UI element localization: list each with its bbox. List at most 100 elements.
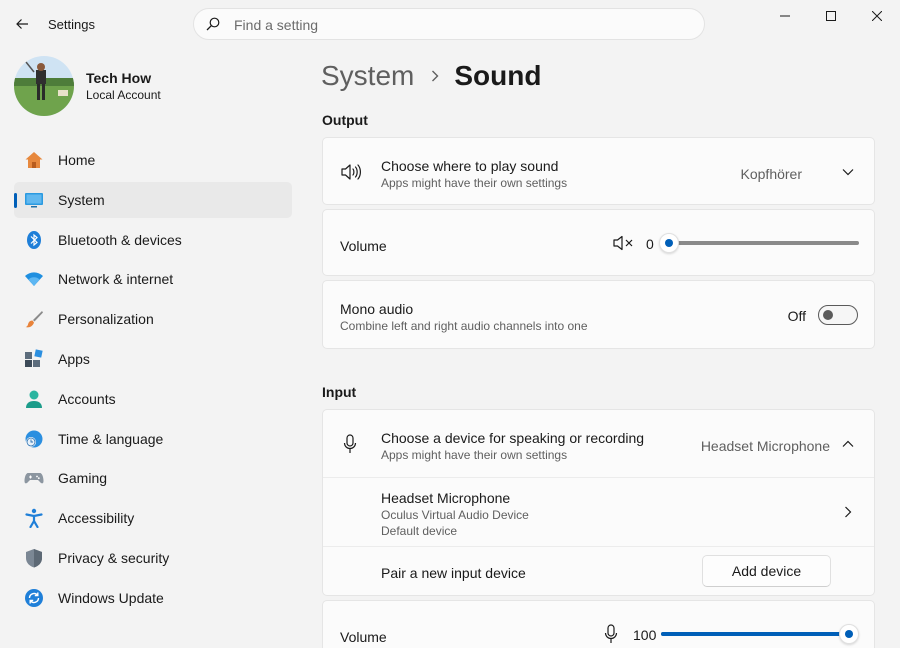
output-volume-label: Volume bbox=[340, 238, 387, 254]
system-icon bbox=[25, 192, 43, 208]
mic-name: Headset Microphone bbox=[381, 490, 511, 506]
title-bar: Settings bbox=[0, 0, 900, 48]
sidebar-item-label: Time & language bbox=[58, 430, 164, 447]
microphone-icon[interactable] bbox=[604, 624, 618, 644]
sidebar-item-label: System bbox=[58, 191, 105, 208]
sidebar-item-label: Privacy & security bbox=[58, 549, 170, 566]
mono-audio-state: Off bbox=[787, 308, 806, 324]
search-input[interactable] bbox=[234, 14, 674, 36]
breadcrumb: System Sound bbox=[321, 56, 541, 96]
mono-audio-card: Mono audio Combine left and right audio … bbox=[322, 280, 875, 349]
sidebar-item-label: Network & internet bbox=[58, 271, 174, 288]
sidebar-item-accessibility[interactable]: Accessibility bbox=[14, 500, 292, 536]
input-volume-label: Volume bbox=[340, 629, 387, 645]
input-volume-card: Volume 100 bbox=[322, 600, 875, 648]
sidebar-item-gaming[interactable]: Gaming bbox=[14, 460, 292, 496]
mono-audio-toggle[interactable] bbox=[818, 305, 858, 325]
sidebar-item-label: Windows Update bbox=[58, 589, 164, 606]
search-box[interactable] bbox=[193, 8, 705, 40]
input-section-title: Input bbox=[322, 384, 357, 400]
mic-detail: Oculus Virtual Audio Device bbox=[381, 508, 529, 522]
sidebar-item-privacy[interactable]: Privacy & security bbox=[14, 540, 292, 576]
profile-name: Tech How bbox=[86, 70, 152, 86]
input-volume-fill bbox=[661, 632, 849, 636]
avatar-photo bbox=[14, 56, 74, 116]
mic-default-label: Default device bbox=[381, 524, 458, 538]
page-title: Sound bbox=[454, 60, 542, 91]
output-device-card[interactable]: Choose where to play sound Apps might ha… bbox=[322, 137, 875, 205]
microphone-icon bbox=[343, 434, 357, 453]
input-volume-value: 100 bbox=[633, 627, 657, 643]
output-device-subtitle: Apps might have their own settings bbox=[381, 176, 568, 190]
brush-icon bbox=[25, 311, 43, 328]
sidebar-item-time-language[interactable]: Time & language bbox=[14, 421, 292, 457]
sidebar-item-bluetooth[interactable]: Bluetooth & devices bbox=[14, 222, 292, 258]
minimize-icon bbox=[780, 15, 790, 17]
sidebar-item-label: Home bbox=[58, 152, 96, 168]
search-icon bbox=[206, 17, 220, 31]
mono-audio-title: Mono audio bbox=[340, 301, 414, 317]
speaker-muted-icon[interactable] bbox=[613, 235, 635, 251]
sidebar-item-label: Accounts bbox=[58, 390, 116, 407]
apps-icon bbox=[25, 349, 43, 367]
accessibility-icon bbox=[25, 508, 43, 529]
input-device-title: Choose a device for speaking or recordin… bbox=[381, 430, 645, 446]
input-device-value: Headset Microphone bbox=[700, 438, 830, 454]
maximize-icon bbox=[826, 11, 836, 21]
minimize-button[interactable] bbox=[762, 0, 808, 32]
speaker-icon bbox=[341, 164, 361, 180]
sidebar-nav: Home System Bluetooth & devices Network … bbox=[14, 142, 292, 620]
chevron-up-icon[interactable] bbox=[840, 436, 856, 452]
sidebar-item-label: Personalization bbox=[58, 311, 154, 328]
toggle-knob bbox=[823, 310, 833, 320]
pair-device-label: Pair a new input device bbox=[381, 565, 526, 581]
user-profile[interactable]: Tech How Local Account bbox=[14, 56, 284, 116]
chevron-right-icon bbox=[430, 70, 440, 82]
sidebar-item-label: Gaming bbox=[58, 470, 108, 487]
home-icon bbox=[25, 152, 43, 168]
sidebar-item-personalization[interactable]: Personalization bbox=[14, 301, 292, 337]
output-device-value[interactable]: Kopfhörer bbox=[741, 166, 802, 182]
input-volume-slider-thumb[interactable] bbox=[839, 624, 859, 644]
close-button[interactable] bbox=[854, 0, 900, 32]
add-device-button[interactable]: Add device bbox=[702, 555, 831, 587]
clock-globe-icon bbox=[25, 430, 43, 448]
shield-icon bbox=[26, 548, 42, 568]
input-device-row[interactable]: Headset Microphone Oculus Virtual Audio … bbox=[323, 478, 874, 546]
wifi-icon bbox=[25, 272, 43, 287]
output-volume-slider-thumb[interactable] bbox=[659, 233, 679, 253]
bluetooth-icon bbox=[27, 230, 41, 249]
maximize-button[interactable] bbox=[808, 0, 854, 32]
chevron-down-icon[interactable] bbox=[840, 164, 856, 180]
sidebar-item-system[interactable]: System bbox=[14, 181, 292, 218]
gamepad-icon bbox=[24, 473, 44, 484]
output-volume-card: Volume 0 bbox=[322, 209, 875, 276]
sidebar-item-home[interactable]: Home bbox=[14, 142, 292, 178]
chevron-right-icon bbox=[845, 506, 852, 518]
person-icon bbox=[26, 390, 42, 408]
sidebar-item-accounts[interactable]: Accounts bbox=[14, 381, 292, 417]
close-icon bbox=[872, 11, 882, 21]
sidebar-item-label: Bluetooth & devices bbox=[58, 231, 182, 248]
pair-device-row: Pair a new input device Add device bbox=[323, 547, 874, 597]
sidebar-item-network[interactable]: Network & internet bbox=[14, 261, 292, 297]
input-device-header[interactable]: Choose a device for speaking or recordin… bbox=[323, 410, 874, 478]
input-device-card: Choose a device for speaking or recordin… bbox=[322, 409, 875, 596]
avatar[interactable] bbox=[14, 56, 74, 116]
back-arrow-icon bbox=[16, 19, 28, 29]
output-volume-value: 0 bbox=[646, 236, 654, 252]
profile-account-type: Local Account bbox=[86, 88, 161, 102]
sidebar-item-windows-update[interactable]: Windows Update bbox=[14, 580, 292, 616]
back-button[interactable] bbox=[8, 10, 36, 38]
output-section-title: Output bbox=[322, 112, 368, 128]
update-icon bbox=[25, 588, 43, 607]
app-title: Settings bbox=[48, 17, 95, 32]
breadcrumb-parent[interactable]: System bbox=[321, 60, 414, 92]
sidebar-item-label: Accessibility bbox=[58, 510, 135, 527]
output-device-title: Choose where to play sound bbox=[381, 158, 559, 174]
mono-audio-subtitle: Combine left and right audio channels in… bbox=[340, 319, 588, 333]
sidebar-item-label: Apps bbox=[58, 350, 90, 367]
output-volume-track[interactable] bbox=[669, 241, 859, 245]
input-device-subtitle: Apps might have their own settings bbox=[381, 448, 568, 462]
sidebar-item-apps[interactable]: Apps bbox=[14, 341, 292, 377]
